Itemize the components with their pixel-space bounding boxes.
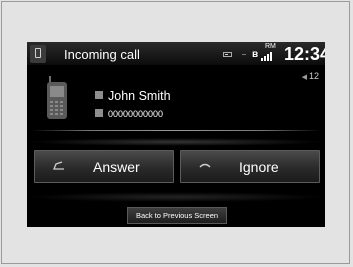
ignore-icon xyxy=(199,163,211,168)
signal-icon xyxy=(261,52,272,61)
bluetooth-icon: ʙ xyxy=(252,49,259,60)
message-count: ◀ 12 xyxy=(302,71,319,81)
contact-icon xyxy=(95,90,103,99)
background-floor xyxy=(27,192,325,202)
caller-number-row: 00000000000 xyxy=(95,105,164,119)
number-icon xyxy=(95,108,103,117)
rm-label: RM xyxy=(265,43,276,50)
handset-icon xyxy=(47,76,67,119)
answer-button[interactable]: Answer xyxy=(34,150,174,183)
screen-title: Incoming call xyxy=(64,47,140,62)
clock: 12:34 xyxy=(284,44,325,64)
ignore-button[interactable]: Ignore xyxy=(180,150,320,183)
battery-icon xyxy=(223,52,232,57)
divider xyxy=(31,130,321,131)
navigation-screen: Incoming call ʙ RM 12:34 ◀12 John Smith … xyxy=(27,42,325,227)
message-count-value: 12 xyxy=(308,71,319,81)
answer-label: Answer xyxy=(93,159,140,175)
back-to-previous-button[interactable]: Back to Previous Screen xyxy=(127,207,227,224)
answer-icon xyxy=(53,161,64,170)
status-bar: Incoming call ʙ RM 12:34 xyxy=(27,42,325,65)
ignore-label: Ignore xyxy=(239,159,279,175)
separator xyxy=(242,54,246,55)
caller-name-row: John Smith xyxy=(95,87,171,103)
caller-number: 00000000000 xyxy=(108,108,164,119)
message-icon: ◀ xyxy=(301,74,307,81)
phone-tab-icon[interactable] xyxy=(30,45,46,63)
caller-name: John Smith xyxy=(108,88,171,103)
background-light xyxy=(27,138,325,146)
